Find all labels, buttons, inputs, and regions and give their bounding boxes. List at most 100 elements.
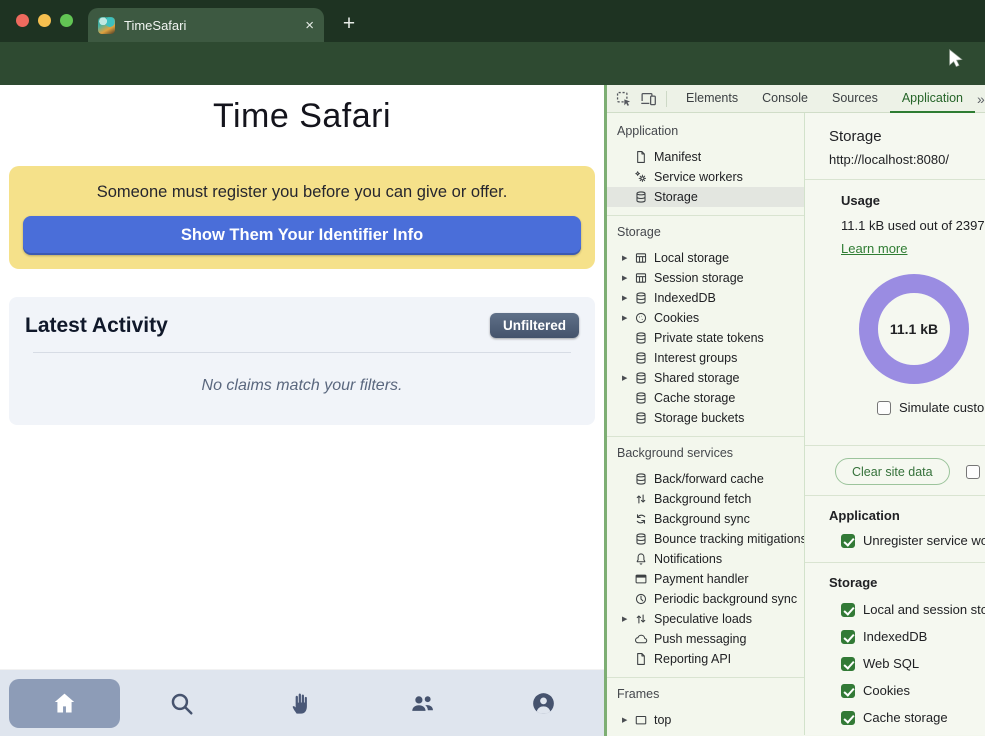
frame-icon bbox=[634, 713, 648, 727]
minimize-window-button[interactable] bbox=[38, 14, 51, 27]
checkbox-box[interactable] bbox=[841, 684, 855, 698]
reporting-api-icon bbox=[634, 652, 648, 666]
indexeddb-icon bbox=[634, 291, 648, 305]
tree-item[interactable]: ▶ Reporting API bbox=[607, 649, 804, 669]
expand-arrow-icon[interactable]: ▶ bbox=[622, 314, 634, 322]
checkbox-box[interactable] bbox=[841, 657, 855, 671]
nav-home[interactable] bbox=[0, 670, 121, 736]
nav-home-active-button[interactable] bbox=[9, 679, 120, 728]
devtools-panel: Elements Console Sources Application » A… bbox=[604, 85, 985, 736]
expand-arrow-icon[interactable]: ▶ bbox=[622, 374, 634, 382]
expand-arrow-icon[interactable]: ▶ bbox=[622, 254, 634, 262]
section-title: Frames bbox=[607, 684, 804, 704]
tree-item-label: Interest groups bbox=[654, 351, 737, 365]
tree-item[interactable]: ▶ Local storage bbox=[607, 248, 804, 268]
option-checkbox[interactable]: Local and session storage bbox=[841, 602, 985, 617]
devtools-tab[interactable]: Console bbox=[750, 85, 820, 113]
close-window-button[interactable] bbox=[16, 14, 29, 27]
tree-item[interactable]: ▶ Payment handler bbox=[607, 569, 804, 589]
checkbox-box[interactable] bbox=[841, 603, 855, 617]
expand-arrow-icon[interactable]: ▶ bbox=[622, 716, 634, 724]
option-checkbox[interactable]: Cache storage bbox=[841, 710, 985, 725]
browser-window: TimeSafari × + ← → ↻ ⓘ localhost:8080 Ti… bbox=[0, 0, 985, 736]
devtools-tab[interactable]: Elements bbox=[674, 85, 750, 113]
section-background-services: Background services ▶ Back/forward cache… bbox=[607, 436, 804, 677]
tree-item-label: Manifest bbox=[654, 150, 701, 164]
browser-tab-bar: TimeSafari × + bbox=[0, 0, 985, 42]
device-toolbar-icon[interactable] bbox=[640, 90, 657, 107]
tree-item[interactable]: ▶ Interest groups bbox=[607, 348, 804, 368]
tree-item[interactable]: ▶ Cache storage bbox=[607, 388, 804, 408]
simulate-quota-checkbox[interactable]: Simulate custom storage quota bbox=[877, 400, 985, 415]
checkbox-box[interactable] bbox=[841, 630, 855, 644]
tree-item[interactable]: ▶ Background fetch bbox=[607, 489, 804, 509]
tree-item[interactable]: ▶ Service workers bbox=[607, 167, 804, 187]
clear-site-data-button[interactable]: Clear site data bbox=[835, 458, 950, 485]
tree-item[interactable]: ▶ Storage bbox=[607, 187, 804, 207]
section-title: Background services bbox=[607, 443, 804, 463]
expand-arrow-icon[interactable]: ▶ bbox=[622, 615, 634, 623]
devtools-tab[interactable]: Sources bbox=[820, 85, 890, 113]
tab-title: TimeSafari bbox=[124, 18, 299, 33]
checkbox-box[interactable] bbox=[966, 465, 980, 479]
learn-more-link[interactable]: Learn more bbox=[841, 241, 907, 256]
maximize-window-button[interactable] bbox=[60, 14, 73, 27]
option-checkbox[interactable]: Cookies bbox=[841, 683, 985, 698]
nav-offers[interactable] bbox=[242, 670, 363, 736]
background-sync-icon bbox=[634, 512, 648, 526]
section-frames: Frames ▶ top bbox=[607, 677, 804, 735]
tree-item[interactable]: ▶ Cookies bbox=[607, 308, 804, 328]
tree-item[interactable]: ▶ Notifications bbox=[607, 549, 804, 569]
option-checkbox[interactable]: Unregister service workers bbox=[841, 533, 985, 548]
checkbox-box[interactable] bbox=[877, 401, 891, 415]
mouse-cursor bbox=[948, 49, 964, 67]
tree-item[interactable]: ▶ Manifest bbox=[607, 147, 804, 167]
expand-arrow-icon[interactable]: ▶ bbox=[622, 294, 634, 302]
tree-item[interactable]: ▶ Session storage bbox=[607, 268, 804, 288]
show-identifier-info-button[interactable]: Show Them Your Identifier Info bbox=[23, 216, 581, 255]
search-icon bbox=[168, 690, 195, 717]
tab-close-icon[interactable]: × bbox=[305, 17, 314, 34]
tree-item[interactable]: ▶ Bounce tracking mitigations bbox=[607, 529, 804, 549]
inspect-element-icon[interactable] bbox=[615, 90, 632, 107]
interest-groups-icon bbox=[634, 351, 648, 365]
new-tab-button[interactable]: + bbox=[334, 9, 364, 39]
option-checkbox[interactable]: IndexedDB bbox=[841, 629, 985, 644]
option-checkbox[interactable]: Web SQL bbox=[841, 656, 985, 671]
devtools-tab[interactable]: Application bbox=[890, 85, 975, 113]
nav-contacts[interactable] bbox=[362, 670, 483, 736]
nav-profile[interactable] bbox=[483, 670, 604, 736]
cookies-icon bbox=[634, 311, 648, 325]
tree-item[interactable]: ▶ Back/forward cache bbox=[607, 469, 804, 489]
bottom-navigation bbox=[0, 670, 604, 736]
tree-item-label: Speculative loads bbox=[654, 612, 752, 626]
tree-item[interactable]: ▶ Shared storage bbox=[607, 368, 804, 388]
window-controls bbox=[16, 14, 73, 27]
nav-search[interactable] bbox=[121, 670, 242, 736]
tree-item[interactable]: ▶ Storage buckets bbox=[607, 408, 804, 428]
tree-item-label: Reporting API bbox=[654, 652, 731, 666]
checkbox-box[interactable] bbox=[841, 534, 855, 548]
site-favicon bbox=[98, 17, 115, 34]
expand-arrow-icon[interactable]: ▶ bbox=[622, 274, 634, 282]
tree-item-label: top bbox=[654, 713, 671, 727]
tree-item[interactable]: ▶ Private state tokens bbox=[607, 328, 804, 348]
more-tabs-icon[interactable]: » bbox=[977, 91, 985, 107]
browser-toolbar: ← → ↻ ⓘ localhost:8080 bbox=[0, 42, 985, 85]
tree-item[interactable]: ▶ top bbox=[607, 710, 804, 730]
browser-tab[interactable]: TimeSafari × bbox=[88, 8, 324, 42]
tree-item-label: Private state tokens bbox=[654, 331, 764, 345]
third-party-cookies-checkbox[interactable]: including third-party cookies bbox=[966, 464, 985, 479]
tree-item[interactable]: ▶ Push messaging bbox=[607, 629, 804, 649]
tree-item[interactable]: ▶ Background sync bbox=[607, 509, 804, 529]
tree-item[interactable]: ▶ Periodic background sync bbox=[607, 589, 804, 609]
usage-heading: Usage bbox=[841, 192, 985, 210]
checkbox-box[interactable] bbox=[841, 711, 855, 725]
unfiltered-badge[interactable]: Unfiltered bbox=[490, 313, 579, 338]
tree-item[interactable]: ▶ Speculative loads bbox=[607, 609, 804, 629]
storage-buckets-icon bbox=[634, 411, 648, 425]
tree-item-label: Storage bbox=[654, 190, 698, 204]
tree-item[interactable]: ▶ IndexedDB bbox=[607, 288, 804, 308]
devtools-toolbar: Elements Console Sources Application » bbox=[607, 85, 985, 113]
activity-title: Latest Activity bbox=[25, 314, 168, 338]
